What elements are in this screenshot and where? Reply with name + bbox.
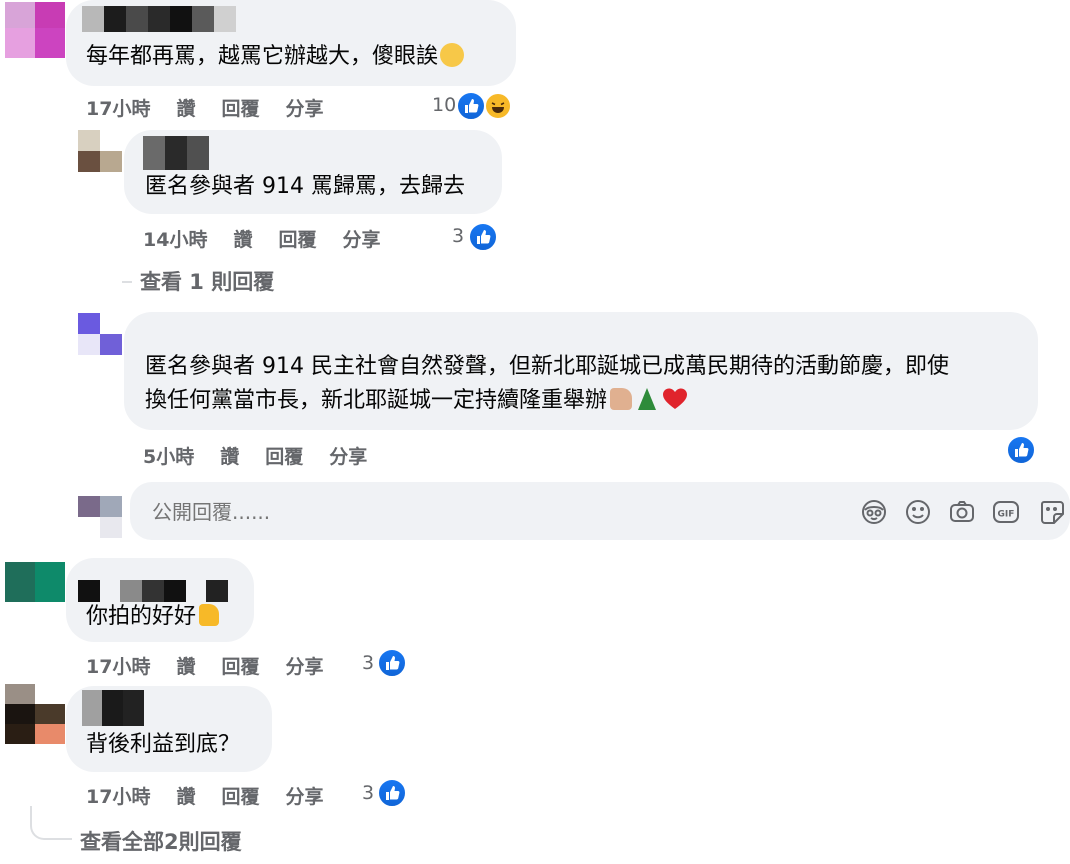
reply-action[interactable]: 回覆 — [221, 786, 259, 808]
like-action[interactable]: 讚 — [176, 786, 195, 808]
like-reaction-icon — [377, 648, 407, 678]
like-action[interactable]: 讚 — [220, 446, 239, 468]
author-name[interactable] — [82, 690, 144, 726]
avatar[interactable] — [78, 130, 122, 172]
comment-meta: 17小時 讚 回覆 分享 — [86, 652, 350, 679]
reaction-count[interactable]: 10 — [432, 94, 456, 116]
thumbs-up-emoji-icon — [610, 388, 633, 410]
share-action[interactable]: 分享 — [285, 98, 323, 120]
avatar — [78, 496, 122, 538]
christmas-tree-emoji-icon — [638, 388, 657, 410]
view-all-replies-link[interactable]: 查看全部2則回覆 — [80, 826, 242, 856]
reply-action[interactable]: 回覆 — [265, 446, 303, 468]
comment-meta: 14小時 讚 回覆 分享 — [143, 225, 407, 252]
haha-reaction-icon — [484, 92, 512, 120]
like-reaction-icon — [468, 222, 498, 252]
avatar[interactable] — [78, 313, 122, 355]
svg-text:GIF: GIF — [998, 510, 1015, 520]
sticker-icon[interactable] — [1038, 498, 1066, 526]
comment-text: 背後利益到底？ — [86, 732, 241, 757]
comment-time[interactable]: 17小時 — [86, 786, 150, 808]
reply-action[interactable]: 回覆 — [278, 229, 316, 251]
comment-time[interactable]: 17小時 — [86, 656, 150, 678]
avatar[interactable] — [5, 684, 65, 744]
view-replies-link[interactable]: 查看 1 則回覆 — [140, 266, 274, 296]
author-name[interactable] — [78, 580, 228, 602]
like-action[interactable]: 讚 — [176, 98, 195, 120]
share-action[interactable]: 分享 — [329, 446, 367, 468]
avatar-sticker-icon[interactable] — [860, 498, 888, 526]
rolling-eyes-emoji-icon — [440, 43, 465, 67]
comment-meta: 5小時 讚 回覆 分享 — [143, 442, 393, 469]
avatar[interactable] — [5, 2, 65, 58]
comment-meta: 17小時 讚 回覆 分享 — [86, 94, 350, 121]
comment-text: 匿名參與者 914 民主社會自然發聲，但新北耶誕城已成萬民期待的活動節慶，即使 — [145, 354, 949, 379]
comment-text: 匿名參與者 914 罵歸罵，去歸去 — [145, 174, 465, 199]
gif-icon[interactable]: GIF — [992, 498, 1020, 526]
comment-time[interactable]: 5小時 — [143, 446, 194, 468]
share-action[interactable]: 分享 — [285, 656, 323, 678]
comment-meta: 17小時 讚 回覆 分享 — [86, 782, 350, 809]
avatar[interactable] — [5, 562, 65, 602]
camera-icon[interactable] — [948, 498, 976, 526]
reply-thread-line — [30, 806, 72, 840]
author-name[interactable] — [143, 136, 209, 170]
like-reaction-icon[interactable] — [1006, 435, 1036, 465]
comment-time[interactable]: 17小時 — [86, 98, 150, 120]
emoji-icon[interactable] — [904, 498, 932, 526]
reply-thread-line — [122, 281, 132, 283]
share-action[interactable]: 分享 — [342, 229, 380, 251]
author-name[interactable] — [82, 6, 236, 32]
reaction-count[interactable]: 3 — [452, 225, 464, 247]
reply-action[interactable]: 回覆 — [221, 98, 259, 120]
comment-text: 每年都再罵，越罵它辦越大，傻眼誒 — [86, 40, 465, 74]
like-reaction-icon — [456, 91, 486, 121]
reaction-count[interactable]: 3 — [362, 652, 374, 674]
reply-input[interactable] — [150, 496, 834, 528]
share-action[interactable]: 分享 — [285, 786, 323, 808]
comment-time[interactable]: 14小時 — [143, 229, 207, 251]
comment-text: 換任何黨當市長，新北耶誕城一定持續隆重舉辦 — [145, 384, 688, 422]
like-action[interactable]: 讚 — [233, 229, 252, 251]
red-heart-emoji-icon — [662, 387, 688, 422]
comment-text: 你拍的好好 — [86, 600, 220, 634]
like-reaction-icon — [377, 778, 407, 808]
thumbs-up-emoji-icon — [199, 604, 220, 626]
like-action[interactable]: 讚 — [176, 656, 195, 678]
reply-action[interactable]: 回覆 — [221, 656, 259, 678]
reaction-count[interactable]: 3 — [362, 782, 374, 804]
